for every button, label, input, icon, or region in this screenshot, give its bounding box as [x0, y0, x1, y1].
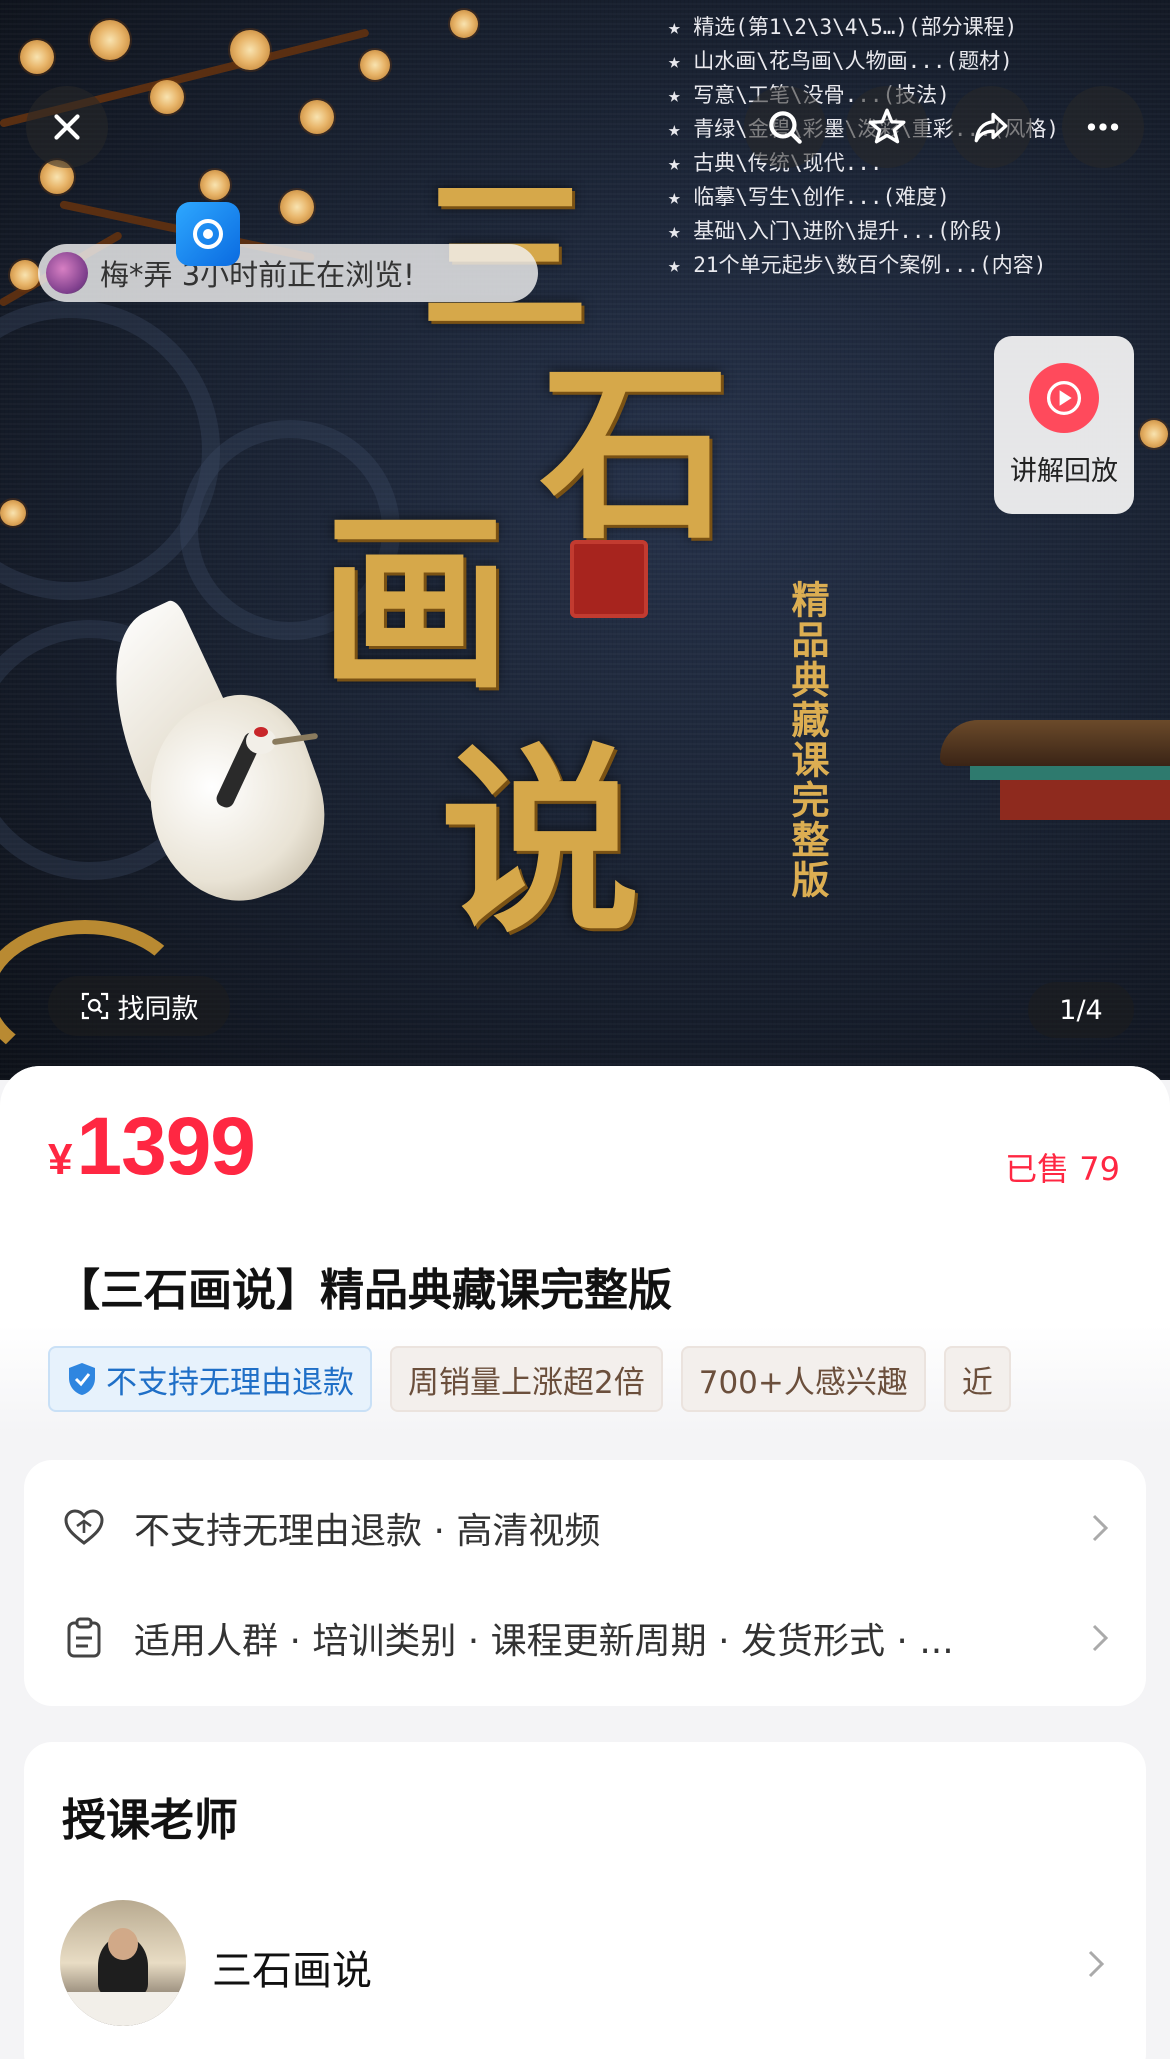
viewer-avatar	[46, 252, 88, 294]
product-detail-page: ★ 精选(第1\2\3\4\5…)(部分课程) ★ 山水画\花鸟画\人物画...…	[0, 0, 1170, 2059]
avatar-face	[108, 1928, 138, 1960]
favorite-button[interactable]	[846, 86, 928, 168]
find-same-button[interactable]: 找同款	[48, 976, 230, 1036]
search-icon	[769, 111, 802, 144]
vertical-subtitle: 精品典藏课完整版	[785, 580, 830, 900]
section-title: 授课老师	[62, 1795, 238, 1846]
chevron-right-icon[interactable]	[1084, 1944, 1108, 1984]
plum-blossom	[200, 170, 230, 200]
plum-blossom	[10, 260, 40, 290]
recent-viewer-notice: 梅*弄 3小时前正在浏览!	[38, 244, 538, 302]
tag-more[interactable]: 近	[943, 1346, 1011, 1412]
plum-blossom	[150, 80, 184, 114]
chevron-right-icon	[1092, 1514, 1109, 1542]
tag-label: 周销量上涨超2倍	[408, 1364, 645, 1401]
params-row[interactable]: 适用人群 · 培训类别 · 课程更新周期 · 发货形式 · ...	[62, 1608, 1112, 1668]
roof-tiles	[940, 720, 1170, 766]
feature-line: ★ 山水画\花鸟画\人物画...(题材)	[668, 49, 1013, 73]
star-icon	[868, 108, 906, 144]
plum-blossom	[0, 500, 26, 526]
roof-beam	[970, 766, 1170, 780]
replay-label: 讲解回放	[1010, 455, 1118, 487]
search-button[interactable]	[744, 86, 826, 168]
share-icon	[974, 112, 1008, 143]
calligraphy-char: 说	[440, 725, 641, 960]
params-text: 适用人群 · 培训类别 · 课程更新周期 · 发货形式 · ...	[134, 1621, 954, 1662]
service-text: 不支持无理由退款 · 高清视频	[134, 1511, 601, 1552]
plum-blossom	[1140, 420, 1168, 448]
plum-blossom	[450, 10, 478, 38]
more-icon	[1087, 123, 1119, 131]
roof-post	[1000, 780, 1170, 820]
teacher-avatar[interactable]	[60, 1900, 186, 2026]
plum-blossom	[20, 40, 54, 74]
app-badge-icon	[176, 202, 240, 266]
tag-no-refund[interactable]: 不支持无理由退款	[48, 1346, 372, 1412]
close-icon	[54, 114, 80, 140]
tag-interested[interactable]: 700+人感兴趣	[680, 1346, 926, 1412]
tag-label: 700+人感兴趣	[698, 1364, 908, 1401]
shield-icon	[69, 1363, 95, 1395]
price: ¥ 1399	[48, 1100, 256, 1194]
price-value: 1399	[76, 1101, 255, 1192]
crane-crest	[254, 727, 268, 737]
product-title: 【三石画说】精品典藏课完整版	[56, 1265, 672, 1316]
currency-symbol: ¥	[48, 1135, 73, 1184]
feature-line: ★ 临摹\写生\创作...(难度)	[668, 185, 950, 209]
feature-line: ★ 精选(第1\2\3\4\5…)(部分课程)	[668, 15, 1018, 39]
more-button[interactable]	[1062, 86, 1144, 168]
service-row[interactable]: 不支持无理由退款 · 高清视频	[62, 1498, 1112, 1558]
sold-count: 已售 79	[1005, 1150, 1120, 1188]
plum-blossom	[90, 20, 130, 60]
tag-label: 不支持无理由退款	[106, 1364, 354, 1401]
heart-refund-icon	[64, 1509, 104, 1545]
feature-line: ★ 21个单元起步\数百个案例...(内容)	[668, 253, 1047, 277]
scan-icon	[81, 992, 108, 1020]
image-page-indicator: 1/4	[1028, 982, 1134, 1038]
palace-roof	[940, 690, 1170, 820]
share-button[interactable]	[950, 86, 1032, 168]
plum-blossom	[230, 30, 270, 70]
chevron-right-icon	[1092, 1624, 1109, 1652]
plum-blossom	[300, 100, 334, 134]
tag-weekly-sales[interactable]: 周销量上涨超2倍	[390, 1346, 663, 1412]
replay-button[interactable]: 讲解回放	[994, 336, 1134, 514]
play-icon	[1029, 362, 1099, 433]
calligraphy-char: 石	[540, 342, 731, 565]
close-button[interactable]	[26, 86, 108, 168]
plum-blossom	[360, 50, 390, 80]
avatar-desk	[60, 1992, 186, 2026]
viewer-notice-text: 梅*弄 3小时前正在浏览!	[100, 258, 415, 292]
service-card: 不支持无理由退款 · 高清视频 适用人群 · 培训类别 · 课程更新周期 · 发…	[24, 1460, 1146, 1706]
tag-label: 近	[961, 1364, 993, 1401]
find-same-label: 找同款	[117, 993, 199, 1025]
feature-line: ★ 基础\入门\进阶\提升...(阶段)	[668, 219, 1005, 243]
tag-row: 不支持无理由退款 周销量上涨超2倍 700+人感兴趣 近	[48, 1346, 1128, 1414]
plum-blossom	[280, 190, 314, 224]
clipboard-icon	[67, 1617, 101, 1658]
red-seal-stamp	[570, 540, 648, 618]
teacher-name: 三石画说	[212, 1948, 372, 1994]
